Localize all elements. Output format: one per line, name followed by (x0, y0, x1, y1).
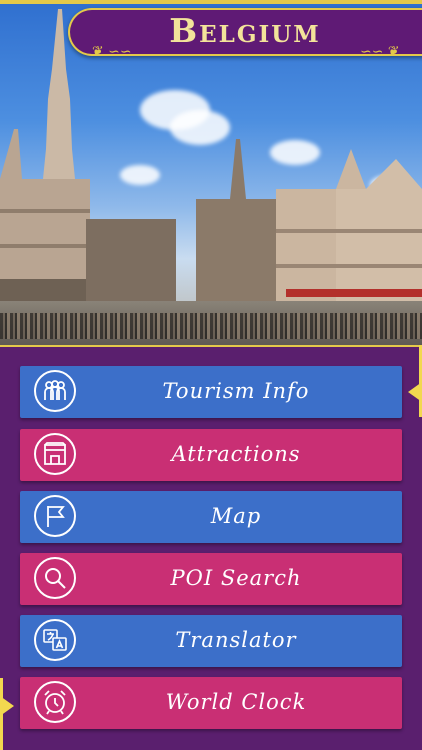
pointer-left-icon (0, 696, 14, 716)
guild-houses-icon (86, 139, 422, 309)
translator-label: Translator (175, 628, 297, 652)
attractions-button[interactable]: Attractions (20, 429, 402, 481)
alarm-clock-icon (34, 681, 76, 723)
tourism-info-label: Tourism Info (162, 379, 310, 403)
divider (0, 345, 422, 347)
world-clock-label: World Clock (165, 690, 307, 714)
attractions-label: Attractions (171, 442, 301, 466)
people-group-icon (34, 370, 76, 412)
poi-search-label: POI Search (170, 566, 302, 590)
crowd (0, 313, 422, 339)
right-flourish-icon: ∽∽ ❦ (360, 44, 400, 60)
poi-search-button[interactable]: POI Search (20, 553, 402, 605)
flag-icon (34, 495, 76, 537)
magnifier-icon (34, 557, 76, 599)
gold-strip (0, 0, 422, 4)
tourism-info-button[interactable]: Tourism Info (20, 366, 402, 418)
map-button[interactable]: Map (20, 491, 402, 543)
title-bar: Belgium ❦ ∽∽ ∽∽ ❦ (0, 0, 422, 62)
translate-icon (34, 619, 76, 661)
world-clock-button[interactable]: World Clock (20, 677, 402, 729)
pointer-right-icon (408, 382, 422, 402)
map-label: Map (210, 504, 262, 528)
translator-button[interactable]: Translator (20, 615, 402, 667)
storefront-icon (34, 433, 76, 475)
left-flourish-icon: ❦ ∽∽ (92, 44, 132, 60)
